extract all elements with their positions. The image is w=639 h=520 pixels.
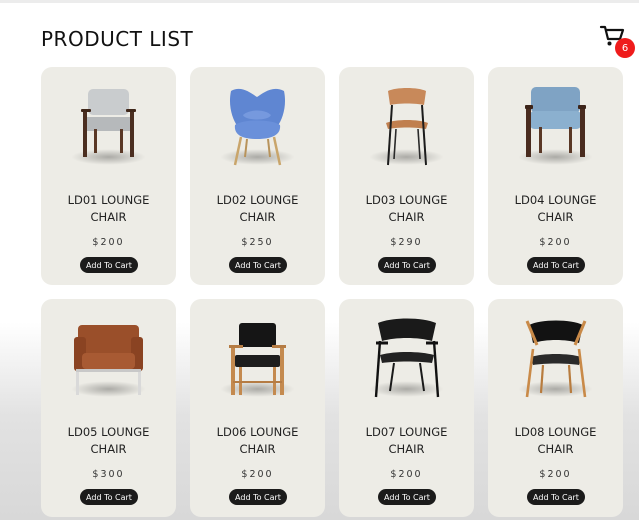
cart-count-badge: 6 [615,38,635,58]
product-card: LD03 LOUNGE CHAIR $290 Add To Cart [339,67,474,285]
product-image [229,323,286,395]
add-to-cart-button[interactable]: Add To Cart [80,257,138,273]
product-name: LD08 LOUNGE CHAIR [514,425,597,456]
product-price: $200 [92,237,125,248]
product-image [229,88,286,166]
add-to-cart-button[interactable]: Add To Cart [527,257,585,273]
product-card: LD05 LOUNGE CHAIR $300 Add To Cart [41,299,176,517]
add-to-cart-button[interactable]: Add To Cart [378,489,436,505]
product-name: LD06 LOUNGE CHAIR [216,425,299,456]
product-price: $250 [241,237,274,248]
product-grid: LD01 LOUNGE CHAIR $200 Add To Cart LD02 … [41,67,623,517]
product-card: LD01 LOUNGE CHAIR $200 Add To Cart [41,67,176,285]
page-header: PRODUCT LIST 6 [0,0,639,62]
product-price: $200 [390,469,423,480]
product-name: LD02 LOUNGE CHAIR [216,193,299,224]
product-image [525,320,587,398]
add-to-cart-button[interactable]: Add To Cart [80,489,138,505]
product-image [386,88,428,166]
product-card: LD02 LOUNGE CHAIR $250 Add To Cart [190,67,325,285]
product-card: LD07 LOUNGE CHAIR $200 Add To Cart [339,299,474,517]
add-to-cart-button[interactable]: Add To Cart [229,257,287,273]
product-name: LD05 LOUNGE CHAIR [67,425,150,456]
product-price: $200 [539,237,572,248]
product-image [81,89,136,157]
product-name: LD04 LOUNGE CHAIR [514,193,597,224]
product-card: LD06 LOUNGE CHAIR $200 Add To Cart [190,299,325,517]
product-price: $300 [92,469,125,480]
product-name: LD07 LOUNGE CHAIR [365,425,448,456]
product-image [374,318,440,398]
product-name: LD03 LOUNGE CHAIR [365,193,448,224]
page-title: PRODUCT LIST [41,27,194,51]
product-card: LD04 LOUNGE CHAIR $200 Add To Cart [488,67,623,285]
product-card: LD08 LOUNGE CHAIR $200 Add To Cart [488,299,623,517]
product-image [74,325,143,395]
add-to-cart-button[interactable]: Add To Cart [527,489,585,505]
product-price: $200 [241,469,274,480]
add-to-cart-button[interactable]: Add To Cart [229,489,287,505]
product-name: LD01 LOUNGE CHAIR [67,193,150,224]
product-price: $290 [390,237,423,248]
cart-button[interactable]: 6 [599,24,637,58]
product-image [525,87,586,157]
product-price: $200 [539,469,572,480]
add-to-cart-button[interactable]: Add To Cart [378,257,436,273]
